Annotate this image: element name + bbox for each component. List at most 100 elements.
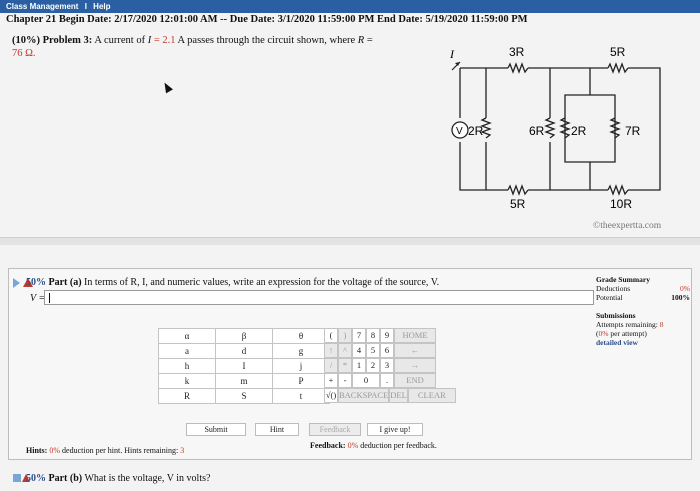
answer-input[interactable]: [44, 290, 594, 305]
grade-summary-title: Grade Summary: [596, 275, 650, 284]
key-2[interactable]: 2: [366, 358, 380, 373]
label-2r-left: 2R: [468, 124, 484, 138]
play-icon[interactable]: [13, 278, 20, 288]
part-b-question: What is the voltage, V in volts?: [84, 473, 211, 484]
var-key[interactable]: h: [158, 358, 216, 374]
var-key[interactable]: t: [272, 388, 330, 404]
var-key[interactable]: a: [158, 343, 216, 359]
key-8[interactable]: 8: [366, 328, 380, 343]
part-b-header[interactable]: 50% Part (b) What is the voltage, V in v…: [26, 473, 210, 484]
menu-help[interactable]: Help: [93, 2, 110, 11]
var-key[interactable]: α: [158, 328, 216, 344]
submit-button[interactable]: Submit: [186, 423, 246, 436]
submissions-label: Submissions: [596, 311, 636, 320]
assignment-dates: Chapter 21 Begin Date: 2/17/2020 12:01:0…: [6, 14, 528, 25]
key-6[interactable]: 6: [380, 343, 394, 358]
key-dot[interactable]: .: [380, 373, 394, 388]
circuit-current-label: I: [449, 47, 455, 61]
key-5[interactable]: 5: [366, 343, 380, 358]
current-value: = 2.1: [151, 35, 176, 46]
part-a-question: In terms of R, I, and numeric values, wr…: [84, 277, 440, 288]
deductions-label: Deductions: [596, 284, 631, 293]
key-backspace[interactable]: BACKSPACE: [338, 388, 390, 403]
menu-bar: Class Management I Help: [0, 0, 700, 13]
detailed-view-link[interactable]: detailed view: [596, 338, 690, 347]
per-attempt-text: per attempt): [610, 329, 647, 338]
key-minus[interactable]: -: [338, 373, 352, 388]
key-right[interactable]: →: [394, 358, 436, 373]
feedback-info: Feedback: 0% deduction per feedback.: [310, 441, 437, 450]
key-caret[interactable]: ^: [338, 343, 352, 358]
hints-remaining: 3: [180, 446, 185, 455]
part-b-pct: 50%: [26, 473, 46, 484]
text-caret: [49, 293, 50, 303]
part-b-label: Part (b): [48, 473, 83, 484]
keypad: ( ) 7 8 9 HOME ↑ ^ 4 5 6 ← / * 1 2 3 → +…: [324, 328, 458, 403]
var-key[interactable]: m: [215, 373, 273, 389]
label-5r-top: 5R: [610, 45, 626, 59]
key-clear[interactable]: CLEAR: [407, 388, 456, 403]
key-3[interactable]: 3: [380, 358, 394, 373]
key-end[interactable]: END: [394, 373, 436, 388]
collapse-icon[interactable]: [13, 474, 21, 482]
part-a-header: 50% Part (a) In terms of R, I, and numer…: [26, 277, 439, 288]
key-0[interactable]: 0: [352, 373, 380, 388]
problem-text-1: A current of: [94, 35, 148, 46]
feedback-pct: 0%: [347, 441, 359, 450]
hint-button[interactable]: Hint: [255, 423, 299, 436]
deductions-value: 0%: [680, 284, 690, 293]
label-7r: 7R: [625, 124, 641, 138]
key-plus[interactable]: +: [324, 373, 338, 388]
key-divide[interactable]: /: [324, 358, 338, 373]
key-open-paren[interactable]: (: [324, 328, 338, 343]
voltmeter-label: V: [456, 126, 463, 137]
menu-separator: I: [84, 2, 87, 11]
potential-label: Potential: [596, 293, 623, 302]
key-sqrt[interactable]: √(): [324, 388, 338, 403]
key-left[interactable]: ←: [394, 343, 436, 358]
var-key[interactable]: j: [272, 358, 330, 374]
key-1[interactable]: 1: [352, 358, 366, 373]
part-a-pct: 50%: [26, 277, 46, 288]
feedback-label: Feedback:: [310, 441, 346, 450]
circuit-diagram: V I 3R 5R 2R 6R 2R 7R 5R 10R: [449, 45, 661, 210]
key-up[interactable]: ↑: [324, 343, 338, 358]
attempts-text: Attempts remaining:: [596, 320, 658, 329]
var-key[interactable]: θ: [272, 328, 330, 344]
key-4[interactable]: 4: [352, 343, 366, 358]
problem-statement: (10%) Problem 3: A current of I = 2.1 A …: [12, 34, 432, 60]
label-6r: 6R: [529, 124, 545, 138]
problem-text-2: A passes through the circuit shown, wher…: [175, 35, 358, 46]
key-close-paren[interactable]: ): [338, 328, 352, 343]
mouse-cursor-icon: [161, 80, 173, 94]
give-up-button[interactable]: I give up!: [367, 423, 423, 436]
attempts-value: 8: [659, 320, 664, 329]
var-key[interactable]: k: [158, 373, 216, 389]
grade-summary: Grade Summary Deductions 0% Potential 100%…: [596, 275, 690, 347]
var-key[interactable]: S: [215, 388, 273, 404]
problem-eq2: =: [364, 35, 373, 46]
var-key[interactable]: g: [272, 343, 330, 359]
per-attempt-pct: 0%: [598, 329, 609, 338]
var-key[interactable]: P: [272, 373, 330, 389]
label-3r: 3R: [509, 45, 525, 59]
key-multiply[interactable]: *: [338, 358, 352, 373]
var-key[interactable]: I: [215, 358, 273, 374]
hints-pct: 0%: [49, 446, 61, 455]
hints-label: Hints:: [26, 446, 48, 455]
menu-class-management[interactable]: Class Management: [6, 2, 78, 11]
hints-info: Hints: 0% deduction per hint. Hints rema…: [26, 446, 184, 455]
variable-palette: αβθ adg hIj kmP RSt: [158, 328, 330, 404]
key-9[interactable]: 9: [380, 328, 394, 343]
var-key[interactable]: d: [215, 343, 273, 359]
feedback-button[interactable]: Feedback: [309, 423, 361, 436]
var-key[interactable]: β: [215, 328, 273, 344]
key-home[interactable]: HOME: [394, 328, 436, 343]
copyright-credit: ©theexpertta.com: [593, 221, 662, 231]
key-del[interactable]: DEL: [389, 388, 408, 403]
problem-title: Problem 3:: [42, 35, 93, 46]
var-key[interactable]: R: [158, 388, 216, 404]
label-2r-right: 2R: [571, 124, 587, 138]
key-7[interactable]: 7: [352, 328, 366, 343]
resistance-value: 76 Ω.: [12, 48, 36, 59]
